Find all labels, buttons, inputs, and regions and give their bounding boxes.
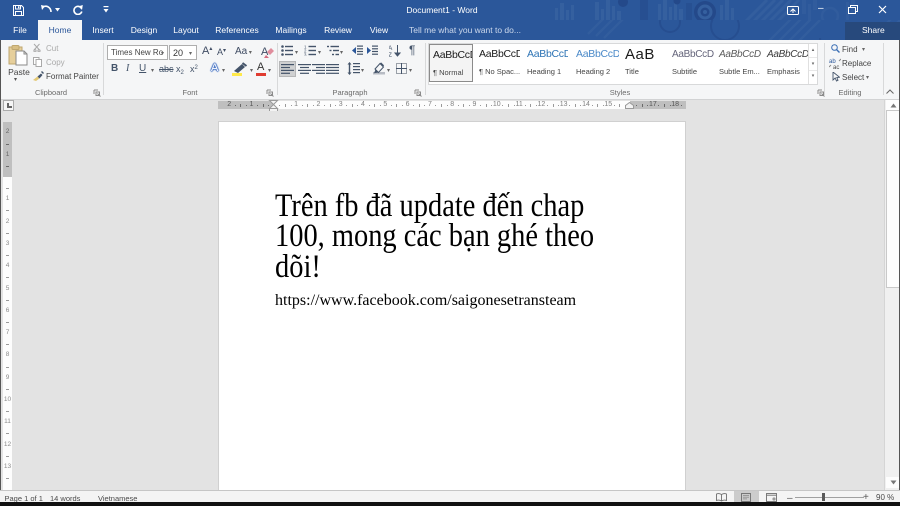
svg-text:Z: Z (389, 52, 392, 57)
svg-text:3: 3 (304, 52, 307, 56)
svg-text:A: A (389, 45, 393, 52)
svg-text:ac: ac (833, 65, 839, 69)
